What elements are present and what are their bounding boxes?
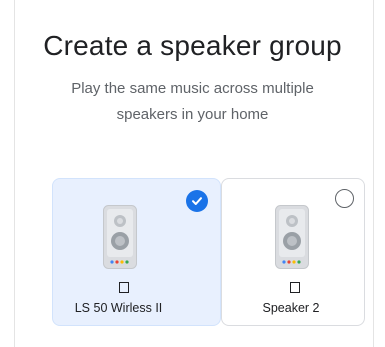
speaker-name: Speaker 2 <box>262 301 320 315</box>
speaker-card-speaker-2[interactable]: Speaker 2 <box>221 178 365 326</box>
page-subtitle: Play the same music across multiple spea… <box>71 80 314 123</box>
page-title: Create a speaker group <box>43 30 342 61</box>
checkmark-circle-icon <box>186 190 208 212</box>
speaker-card-ls50[interactable]: LS 50 Wirless II <box>52 178 221 326</box>
speaker-name: LS 50 Wirless II <box>74 301 163 315</box>
speaker-group-screen: Create a speaker group Play the same mus… <box>0 0 385 347</box>
tofu-glyph <box>119 282 129 293</box>
speaker-icon <box>103 205 137 269</box>
speaker-icon <box>275 205 309 269</box>
tofu-glyph <box>290 282 300 293</box>
radio-circle-icon[interactable] <box>335 189 354 208</box>
